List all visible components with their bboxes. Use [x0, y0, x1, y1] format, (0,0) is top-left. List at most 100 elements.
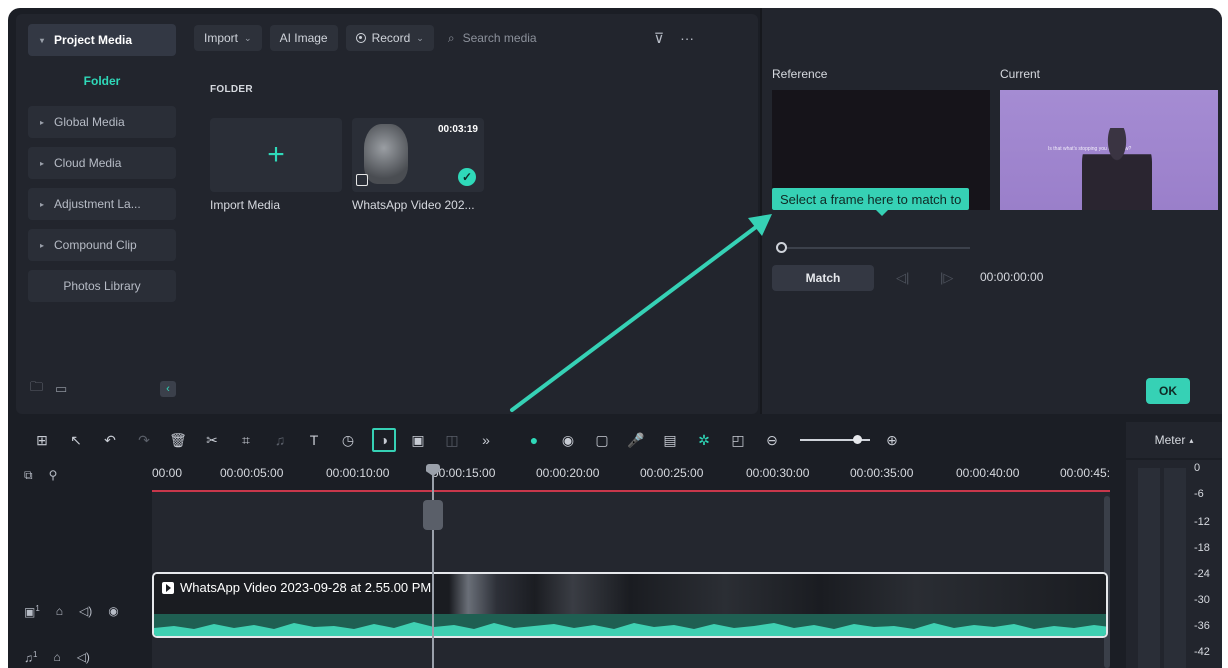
sidebar-item-label: Compound Clip — [54, 238, 137, 252]
tile-name: WhatsApp Video 202... — [352, 198, 475, 212]
snap-icon[interactable]: ✲ — [690, 432, 718, 449]
color-match-icon[interactable]: ◑ — [372, 428, 396, 452]
sidebar-item-adjustment-layer[interactable]: ▸ Adjustment La... — [28, 188, 176, 220]
tick-label: 00:00:35:00 — [850, 466, 914, 480]
add-track-icon[interactable]: ⧉ — [24, 468, 33, 483]
media-sidebar: ▾ Project Media Folder ▸ Global Media ▸ … — [28, 24, 176, 404]
import-label: Import — [204, 31, 239, 45]
ok-button[interactable]: OK — [1146, 378, 1190, 404]
person-silhouette — [1082, 128, 1152, 210]
meter-level: -24 — [1194, 568, 1210, 580]
video-track-number: 1 — [35, 604, 40, 613]
filter-icon[interactable]: ⊽ — [654, 30, 664, 47]
waveform-svg — [154, 622, 1106, 636]
import-media-tile[interactable]: + Import Media — [210, 118, 342, 212]
volume-icon[interactable]: ◁) — [77, 650, 90, 665]
caret-up-icon: ▴ — [1189, 435, 1194, 445]
chevron-down-icon: ⌄ — [244, 32, 252, 43]
meter-bar-right — [1164, 468, 1186, 668]
clip-title: WhatsApp Video 2023-09-28 at 2.55.00 PM — [162, 580, 431, 595]
meter-header[interactable]: Meter ▴ — [1126, 422, 1222, 458]
tick-label: 00:00 — [152, 466, 183, 480]
meter-level: -30 — [1194, 594, 1210, 606]
audio-track-number: 1 — [33, 650, 38, 659]
match-button[interactable]: Match — [772, 265, 874, 291]
import-media-thumb[interactable]: + — [210, 118, 342, 192]
previous-frame-icon[interactable]: ◁| — [896, 270, 909, 286]
sidebar-item-photos-library[interactable]: Photos Library — [28, 270, 176, 302]
current-frame: Is that what's stopping you right now? — [1000, 90, 1218, 210]
folder-heading: FOLDER — [210, 84, 253, 95]
zoom-slider[interactable] — [800, 435, 870, 444]
link-icon[interactable]: ⚲ — [49, 468, 58, 483]
speed-icon[interactable]: ◷ — [334, 432, 362, 449]
undo-icon[interactable]: ↶ — [96, 432, 124, 449]
collapse-sidebar-icon[interactable]: ‹ — [160, 381, 176, 397]
ai-image-button[interactable]: AI Image — [269, 25, 338, 51]
crop-icon[interactable]: ⌗ — [232, 432, 260, 449]
folder-icon[interactable]: ▭ — [55, 381, 67, 397]
cut-icon[interactable]: ✂ — [198, 432, 226, 449]
frame-slider-track[interactable] — [784, 247, 970, 249]
voiceover-icon[interactable]: ▤ — [656, 432, 684, 449]
more-options-icon[interactable]: ··· — [680, 30, 694, 46]
record-button[interactable]: Record ⌄ — [345, 25, 434, 51]
lock-icon[interactable]: ⌂ — [56, 604, 63, 619]
ai-image-label: AI Image — [279, 31, 328, 45]
media-toolbar: Import ⌄ AI Image Record ⌄ ⌕ Search medi… — [194, 24, 694, 52]
meter-level: -12 — [1194, 516, 1210, 528]
sidebar-item-global-media[interactable]: ▸ Global Media — [28, 106, 176, 138]
meter-level: 0 — [1194, 462, 1201, 474]
sidebar-item-cloud-media[interactable]: ▸ Cloud Media — [28, 147, 176, 179]
reference-label: Reference — [772, 67, 828, 81]
playhead-line[interactable] — [432, 464, 434, 668]
playhead-handle[interactable] — [423, 500, 443, 530]
volume-icon[interactable]: ◁) — [79, 604, 92, 619]
video-track-icon: ▣1 — [24, 604, 40, 619]
tick-label: 00:00:30:00 — [746, 466, 810, 480]
fit-icon[interactable]: ◰ — [724, 432, 752, 449]
microphone-icon[interactable]: 🎤 — [622, 432, 650, 449]
audio-icon[interactable]: ♫ — [266, 432, 294, 448]
sidebar-item-label: Photos Library — [63, 279, 141, 293]
frame-slider-handle[interactable] — [776, 242, 787, 253]
video-thumbnail[interactable]: 00:03:19 ✓ — [352, 118, 484, 192]
zoom-in-icon[interactable]: ⊕ — [878, 432, 906, 449]
text-icon[interactable]: T — [300, 432, 328, 448]
video-media-tile[interactable]: 00:03:19 ✓ WhatsApp Video 202... — [352, 118, 484, 212]
more-tools-icon[interactable]: » — [472, 432, 500, 448]
checkmark-icon: ✓ — [458, 168, 476, 186]
person-face — [364, 124, 408, 184]
next-frame-icon[interactable]: |▷ — [940, 270, 953, 286]
ai-assistant-icon[interactable]: ● — [520, 432, 548, 448]
keyframe-icon[interactable]: ◫ — [438, 432, 466, 449]
redo-icon[interactable]: ↷ — [130, 432, 158, 449]
screen-icon[interactable]: ▣ — [404, 432, 432, 449]
render-icon[interactable]: ◉ — [554, 432, 582, 449]
zoom-out-icon[interactable]: ⊖ — [758, 432, 786, 449]
lock-icon[interactable]: ⌂ — [53, 650, 60, 665]
marker-icon[interactable]: ▢ — [588, 432, 616, 449]
tick-label: 00:00:40:00 — [956, 466, 1020, 480]
timeline-ruler[interactable]: 00:00 00:00:05:00 00:00:10:00 00:00:15:0… — [152, 464, 1110, 490]
delete-icon[interactable]: 🗑 — [164, 432, 192, 449]
video-clip[interactable]: WhatsApp Video 2023-09-28 at 2.55.00 PM — [152, 572, 1108, 638]
select-tool-icon[interactable]: ↖ — [62, 432, 90, 449]
sidebar-header-label: Project Media — [54, 33, 133, 47]
sidebar-item-folder[interactable]: Folder — [28, 65, 176, 97]
audio-waveform — [154, 614, 1106, 636]
tile-name: Import Media — [210, 198, 281, 212]
plus-icon: + — [267, 138, 285, 171]
record-label: Record — [371, 31, 411, 45]
play-icon — [162, 581, 174, 594]
new-folder-icon[interactable]: 🗀 — [30, 378, 43, 400]
track-headers: ⧉ ⚲ ▣1 ⌂ ◁) ◉ ♫1 ⌂ ◁) — [8, 460, 152, 668]
search-input[interactable]: ⌕ Search media — [448, 31, 638, 46]
meter-level: -42 — [1194, 646, 1210, 658]
sidebar-item-compound-clip[interactable]: ▸ Compound Clip — [28, 229, 176, 261]
layout-icon[interactable]: ⊞ — [28, 432, 56, 449]
import-button[interactable]: Import ⌄ — [194, 25, 262, 51]
eye-icon[interactable]: ◉ — [108, 604, 118, 619]
sidebar-project-media[interactable]: ▾ Project Media — [28, 24, 176, 56]
collapse-caret-icon: ▾ — [40, 35, 45, 45]
